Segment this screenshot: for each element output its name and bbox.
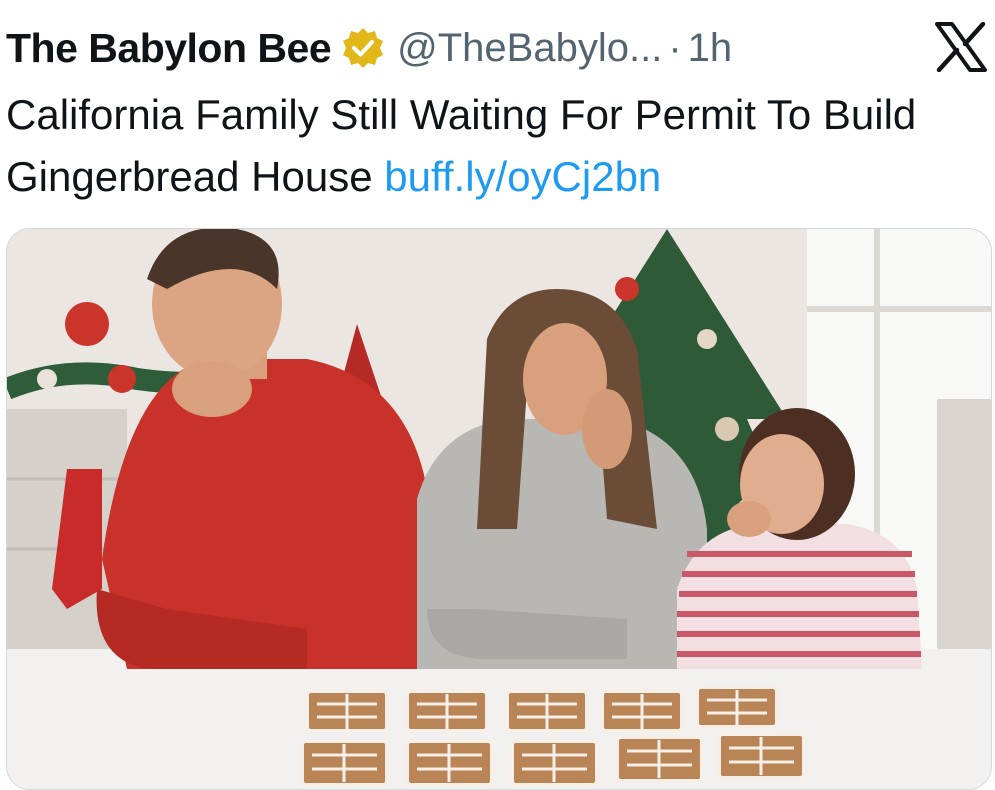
family-photo [7,229,991,789]
post-image[interactable] [6,228,992,790]
post-link[interactable]: buff.ly/oyCj2bn [384,153,661,200]
post-header: The Babylon Bee @TheBabylo... · 1h [6,20,995,76]
separator-dot: · [668,25,682,70]
author-handle[interactable]: @TheBabylo... [397,26,662,71]
verified-badge-icon[interactable] [341,26,385,70]
post-time[interactable]: 1h [688,26,733,71]
author-name[interactable]: The Babylon Bee [6,25,332,72]
post-text: California Family Still Waiting For Perm… [6,84,976,208]
x-logo-icon[interactable] [935,21,987,73]
